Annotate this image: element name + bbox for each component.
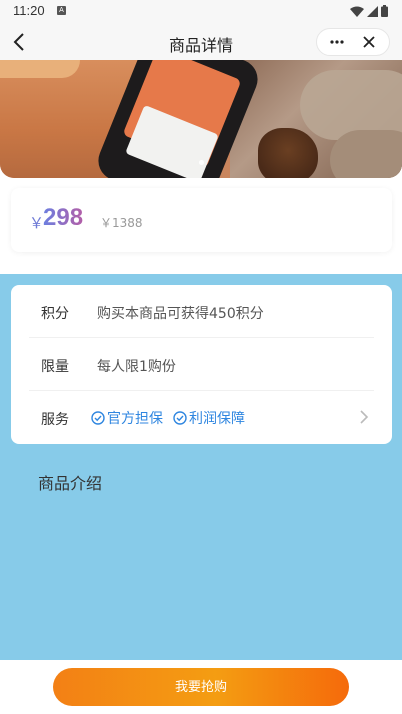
price-card: ￥ 298 ￥1388 xyxy=(11,188,392,252)
signal-icon xyxy=(367,5,378,17)
price-currency: ￥ xyxy=(29,214,45,232)
original-price: ￥1388 xyxy=(100,216,143,230)
limit-row: 限量 每人限1购份 xyxy=(29,338,374,391)
wifi-icon xyxy=(350,6,364,17)
status-time: 11:20 xyxy=(13,3,45,18)
limit-label: 限量 xyxy=(41,359,69,375)
product-info-card: 积分 购买本商品可获得450积分 限量 每人限1购份 服务 官方担保 利润保障 xyxy=(11,285,392,444)
buy-now-button[interactable]: 我要抢购 xyxy=(53,668,349,706)
limit-value: 每人限1购份 xyxy=(97,359,176,375)
service-profit-guarantee: 利润保障 xyxy=(173,408,245,428)
more-dots-icon xyxy=(330,40,344,44)
close-icon xyxy=(363,36,375,48)
current-price: 298 xyxy=(43,204,84,231)
close-button[interactable] xyxy=(357,31,381,53)
service-item-label: 官方担保 xyxy=(107,411,163,427)
status-icons xyxy=(350,5,388,17)
chevron-right-icon xyxy=(360,410,369,424)
banner-pinecone xyxy=(258,128,318,178)
carousel-indicator-dot[interactable] xyxy=(199,160,204,165)
battery-icon xyxy=(381,5,388,17)
banner-cloth-lower xyxy=(330,130,402,178)
service-official-guarantee: 官方担保 xyxy=(91,408,163,428)
check-circle-icon xyxy=(173,411,187,425)
notification-icon: A xyxy=(57,6,66,15)
more-button[interactable] xyxy=(325,31,349,53)
check-circle-icon xyxy=(91,411,105,425)
points-label: 积分 xyxy=(41,306,69,322)
navigation-bar: 商品详情 xyxy=(0,24,402,60)
service-item-label: 利润保障 xyxy=(189,411,245,427)
bottom-action-bar: 我要抢购 xyxy=(0,660,402,714)
product-image-carousel[interactable] xyxy=(0,60,402,178)
product-intro-title: 商品介绍 xyxy=(38,474,103,493)
points-row: 积分 购买本商品可获得450积分 xyxy=(29,285,374,338)
points-value: 购买本商品可获得450积分 xyxy=(97,306,264,322)
service-label: 服务 xyxy=(41,412,69,428)
mini-program-capsule xyxy=(316,28,390,56)
service-row[interactable]: 服务 官方担保 利润保障 xyxy=(29,391,374,444)
status-bar: 11:20 A xyxy=(0,0,402,24)
banner-shelf xyxy=(0,60,80,78)
